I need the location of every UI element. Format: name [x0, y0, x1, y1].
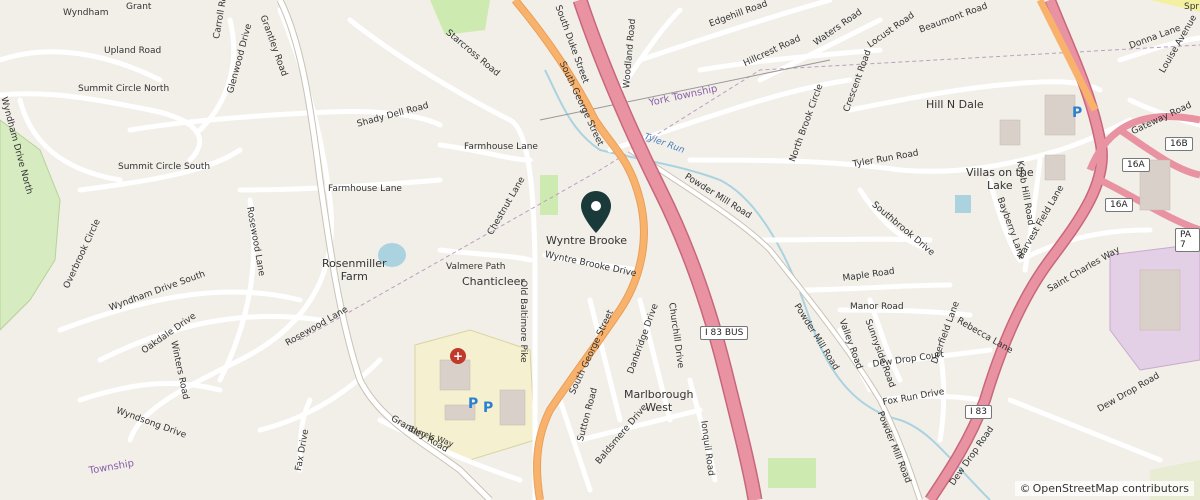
- pond: [955, 195, 971, 213]
- road-label: Farmhouse Lane: [328, 184, 402, 194]
- map-pin-icon[interactable]: [580, 190, 612, 234]
- route-shield-i83-bus: I 83 BUS: [700, 326, 749, 340]
- exit-shield-16b: 16B: [1165, 137, 1193, 151]
- attribution-text: OpenStreetMap contributors: [1032, 482, 1189, 495]
- road-label: Spr: [1184, 2, 1200, 12]
- hospital-icon: +: [450, 348, 466, 364]
- road-label: Manor Road: [850, 302, 904, 312]
- route-shield-i83: I 83: [965, 405, 992, 419]
- road-label: Summit Circle North: [78, 84, 170, 94]
- park-area: [768, 458, 816, 488]
- place-label-hill-n-dale: Hill N Dale: [926, 98, 984, 111]
- parking-icon: P: [483, 400, 494, 416]
- road-label: Summit Circle South: [118, 162, 211, 172]
- road-label: Old Baltimore Pike: [518, 280, 528, 363]
- parking-icon: P: [468, 396, 479, 412]
- road-label: Valmere Path: [446, 262, 506, 272]
- map-attribution[interactable]: © OpenStreetMap contributors: [1014, 481, 1194, 496]
- place-label-chanticleer: Chanticleer: [462, 275, 525, 288]
- exit-shield-16a: 16A: [1105, 198, 1133, 212]
- place-label-wyntre-brooke: Wyntre Brooke: [546, 234, 628, 247]
- road-label: Upland Road: [104, 46, 162, 56]
- copyright-symbol: ©: [1019, 482, 1031, 495]
- road-label: Grant: [126, 2, 152, 12]
- road-label: Wyndham: [63, 8, 109, 18]
- route-shield-pa7: PA 7: [1175, 228, 1200, 252]
- parking-icon: P: [1072, 105, 1083, 121]
- road-label: Farmhouse Lane: [464, 142, 538, 152]
- exit-shield-16a: 16A: [1122, 158, 1150, 172]
- place-label-rosenmiller-farm: Rosenmiller Farm: [322, 257, 387, 283]
- map-canvas[interactable]: + P P P I 83 BUS I 83 PA 7 16A 16B 16A R…: [0, 0, 1200, 500]
- park-area: [540, 175, 558, 215]
